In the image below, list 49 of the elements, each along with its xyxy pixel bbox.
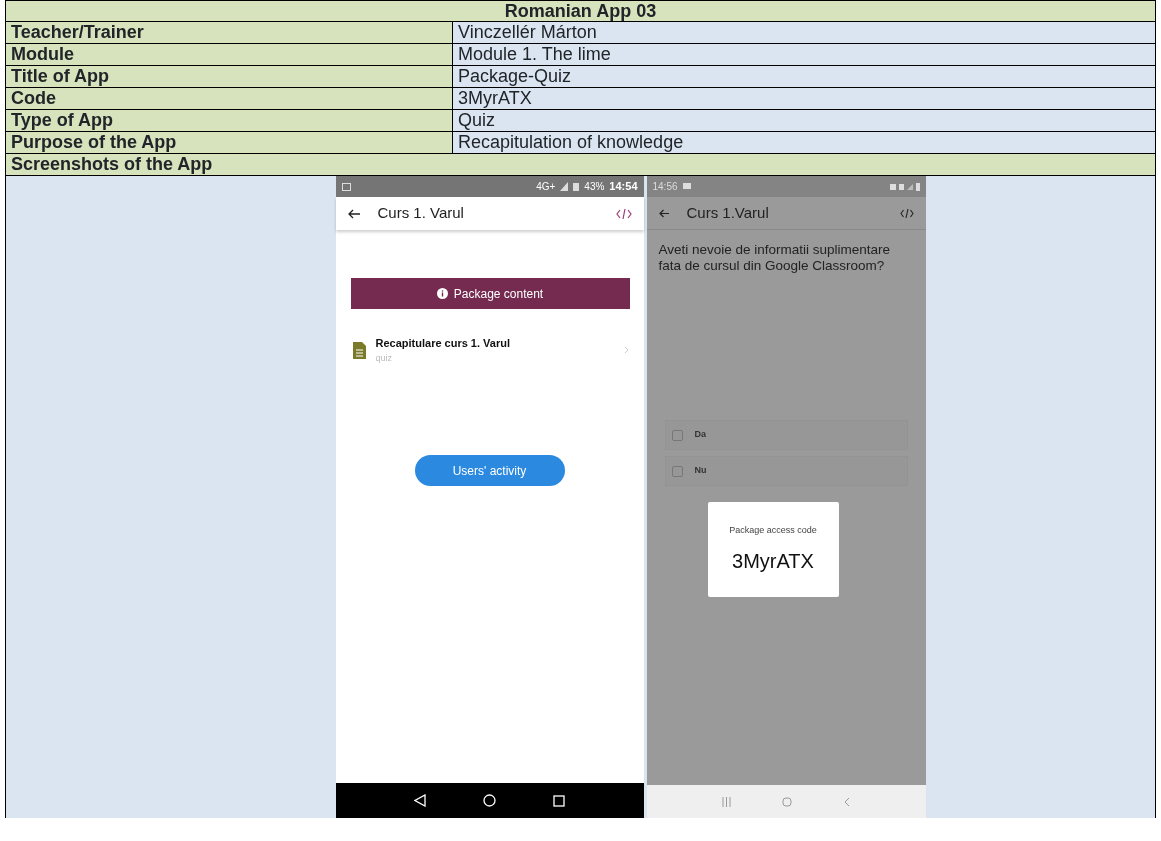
info-icon	[436, 288, 448, 299]
back-triangle-icon	[414, 794, 426, 807]
document-icon	[352, 341, 366, 359]
row-label: Type of App	[6, 110, 453, 131]
answer-option[interactable]: Nu	[664, 456, 908, 487]
network-label: 4G+	[536, 180, 556, 194]
row-value: Quiz	[453, 110, 1155, 131]
checkbox[interactable]	[671, 429, 683, 441]
recent-apps-icon	[722, 796, 732, 807]
screen-title: Curs 1. Varul	[377, 203, 465, 224]
row-value: Package-Quiz	[453, 66, 1155, 87]
code-icon	[899, 208, 914, 218]
access-code: 3MyrATX	[732, 548, 814, 574]
status-icons-drawing	[889, 182, 920, 191]
status-time: 14:56	[652, 180, 678, 194]
chevron-icon	[624, 347, 629, 353]
home-icon	[782, 796, 793, 807]
banner-text: Package content	[453, 285, 544, 303]
code-icon	[615, 208, 632, 219]
status-time: 14:54	[609, 179, 638, 195]
image-icon	[341, 182, 351, 191]
row-value: Module 1. The lime	[453, 44, 1155, 65]
item-title: Recapitulare curs 1. Varul	[375, 336, 511, 351]
table-title: Romanian App 03	[503, 1, 658, 21]
square-icon	[553, 794, 565, 807]
back-arrow-icon	[347, 208, 360, 219]
users-activity-button[interactable]: Users' activity	[414, 455, 565, 486]
signal-icon	[560, 182, 569, 191]
row-label: Teacher/Trainer	[6, 22, 453, 43]
battery-icon	[573, 182, 580, 191]
row-label: Purpose of the App	[6, 132, 453, 153]
back-chevron-icon	[843, 796, 850, 807]
row-label: Code	[6, 88, 453, 109]
answer-option[interactable]: Da	[664, 420, 908, 451]
battery-level: 43%	[584, 180, 605, 194]
message-icon	[682, 183, 691, 190]
row-label: Module	[6, 44, 453, 65]
row-value: 3MyrATX	[453, 88, 1155, 109]
row-value: Vinczellér Márton	[453, 22, 1155, 43]
home-circle-icon	[483, 794, 496, 807]
section-label: Screenshots of the App	[10, 154, 214, 175]
question-text: Aveti nevoie de informatii suplimentare fata de cursul din Google Classroom?	[658, 242, 892, 274]
row-label: Title of App	[6, 66, 453, 87]
screen-title: Curs 1.Varul	[686, 202, 770, 223]
dialog-title: Package access code	[729, 524, 817, 537]
row-value: Recapitulation of knowledge	[453, 132, 1155, 153]
back-arrow-icon	[658, 208, 669, 218]
checkbox[interactable]	[671, 465, 683, 477]
item-type: quiz	[375, 351, 393, 365]
